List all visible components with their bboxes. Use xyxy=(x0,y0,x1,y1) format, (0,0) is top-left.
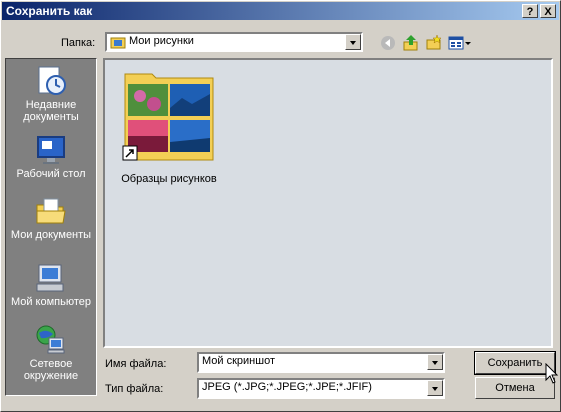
location-combo[interactable]: Мои рисунки xyxy=(105,32,363,52)
folder-shortcut-icon xyxy=(122,73,214,161)
cancel-button[interactable]: Отмена xyxy=(475,377,555,399)
filename-label: Имя файла: xyxy=(105,358,167,370)
desktop-icon xyxy=(37,136,65,164)
file-list[interactable]: Образцы рисунков xyxy=(103,58,553,348)
up-folder-icon[interactable] xyxy=(402,34,420,52)
filetype-select[interactable]: JPEG (*.JPG;*.JPEG;*.JPE;*.JFIF) xyxy=(197,378,445,399)
pictures-folder-icon xyxy=(110,37,126,49)
place-desktop[interactable]: Рабочий стол xyxy=(6,134,96,180)
save-button[interactable]: Сохранить xyxy=(474,351,556,375)
title-bar[interactable]: Сохранить как ? X xyxy=(2,2,559,20)
network-icon xyxy=(36,325,65,354)
filename-value: Мой скриншот xyxy=(202,355,275,367)
place-label: Недавние документы xyxy=(23,99,79,123)
place-recent-documents[interactable]: Недавние документы xyxy=(6,65,96,123)
view-menu-icon[interactable] xyxy=(448,34,472,52)
filename-dropdown-arrow[interactable] xyxy=(427,354,443,370)
new-folder-icon[interactable] xyxy=(425,34,443,52)
place-network[interactable]: Сетевое окружение xyxy=(6,324,96,382)
back-icon[interactable] xyxy=(379,34,397,52)
location-label: Папка: xyxy=(61,37,96,49)
my-documents-icon xyxy=(36,198,66,224)
location-value: Мои рисунки xyxy=(129,35,194,47)
places-bar: Недавние документы Рабочий стол Мои доку… xyxy=(5,58,97,396)
file-label: Образцы рисунков xyxy=(121,173,217,185)
location-dropdown-arrow[interactable] xyxy=(345,34,361,50)
window-title: Сохранить как xyxy=(6,4,93,18)
mouse-cursor-icon xyxy=(545,363,559,384)
filetype-label: Тип файла: xyxy=(105,383,164,395)
place-label: Сетевое окружение xyxy=(23,358,79,382)
recent-documents-icon xyxy=(38,66,66,95)
place-label: Мой компьютер xyxy=(10,296,92,308)
place-label: Рабочий стол xyxy=(16,168,86,180)
filetype-dropdown-arrow[interactable] xyxy=(427,380,443,396)
save-as-dialog: Сохранить как ? X Папка: Мои рисунки Нед… xyxy=(0,0,561,412)
place-my-computer[interactable]: Мой компьютер xyxy=(6,262,96,308)
close-button[interactable]: X xyxy=(540,4,556,18)
filetype-value: JPEG (*.JPG;*.JPEG;*.JPE;*.JFIF) xyxy=(202,381,372,393)
file-item[interactable]: Образцы рисунков xyxy=(119,68,219,185)
filename-input[interactable]: Мой скриншот xyxy=(197,352,445,373)
help-button[interactable]: ? xyxy=(522,4,538,18)
place-label: Мои документы xyxy=(10,229,92,241)
my-computer-icon xyxy=(36,264,64,292)
place-my-documents[interactable]: Мои документы xyxy=(6,195,96,241)
